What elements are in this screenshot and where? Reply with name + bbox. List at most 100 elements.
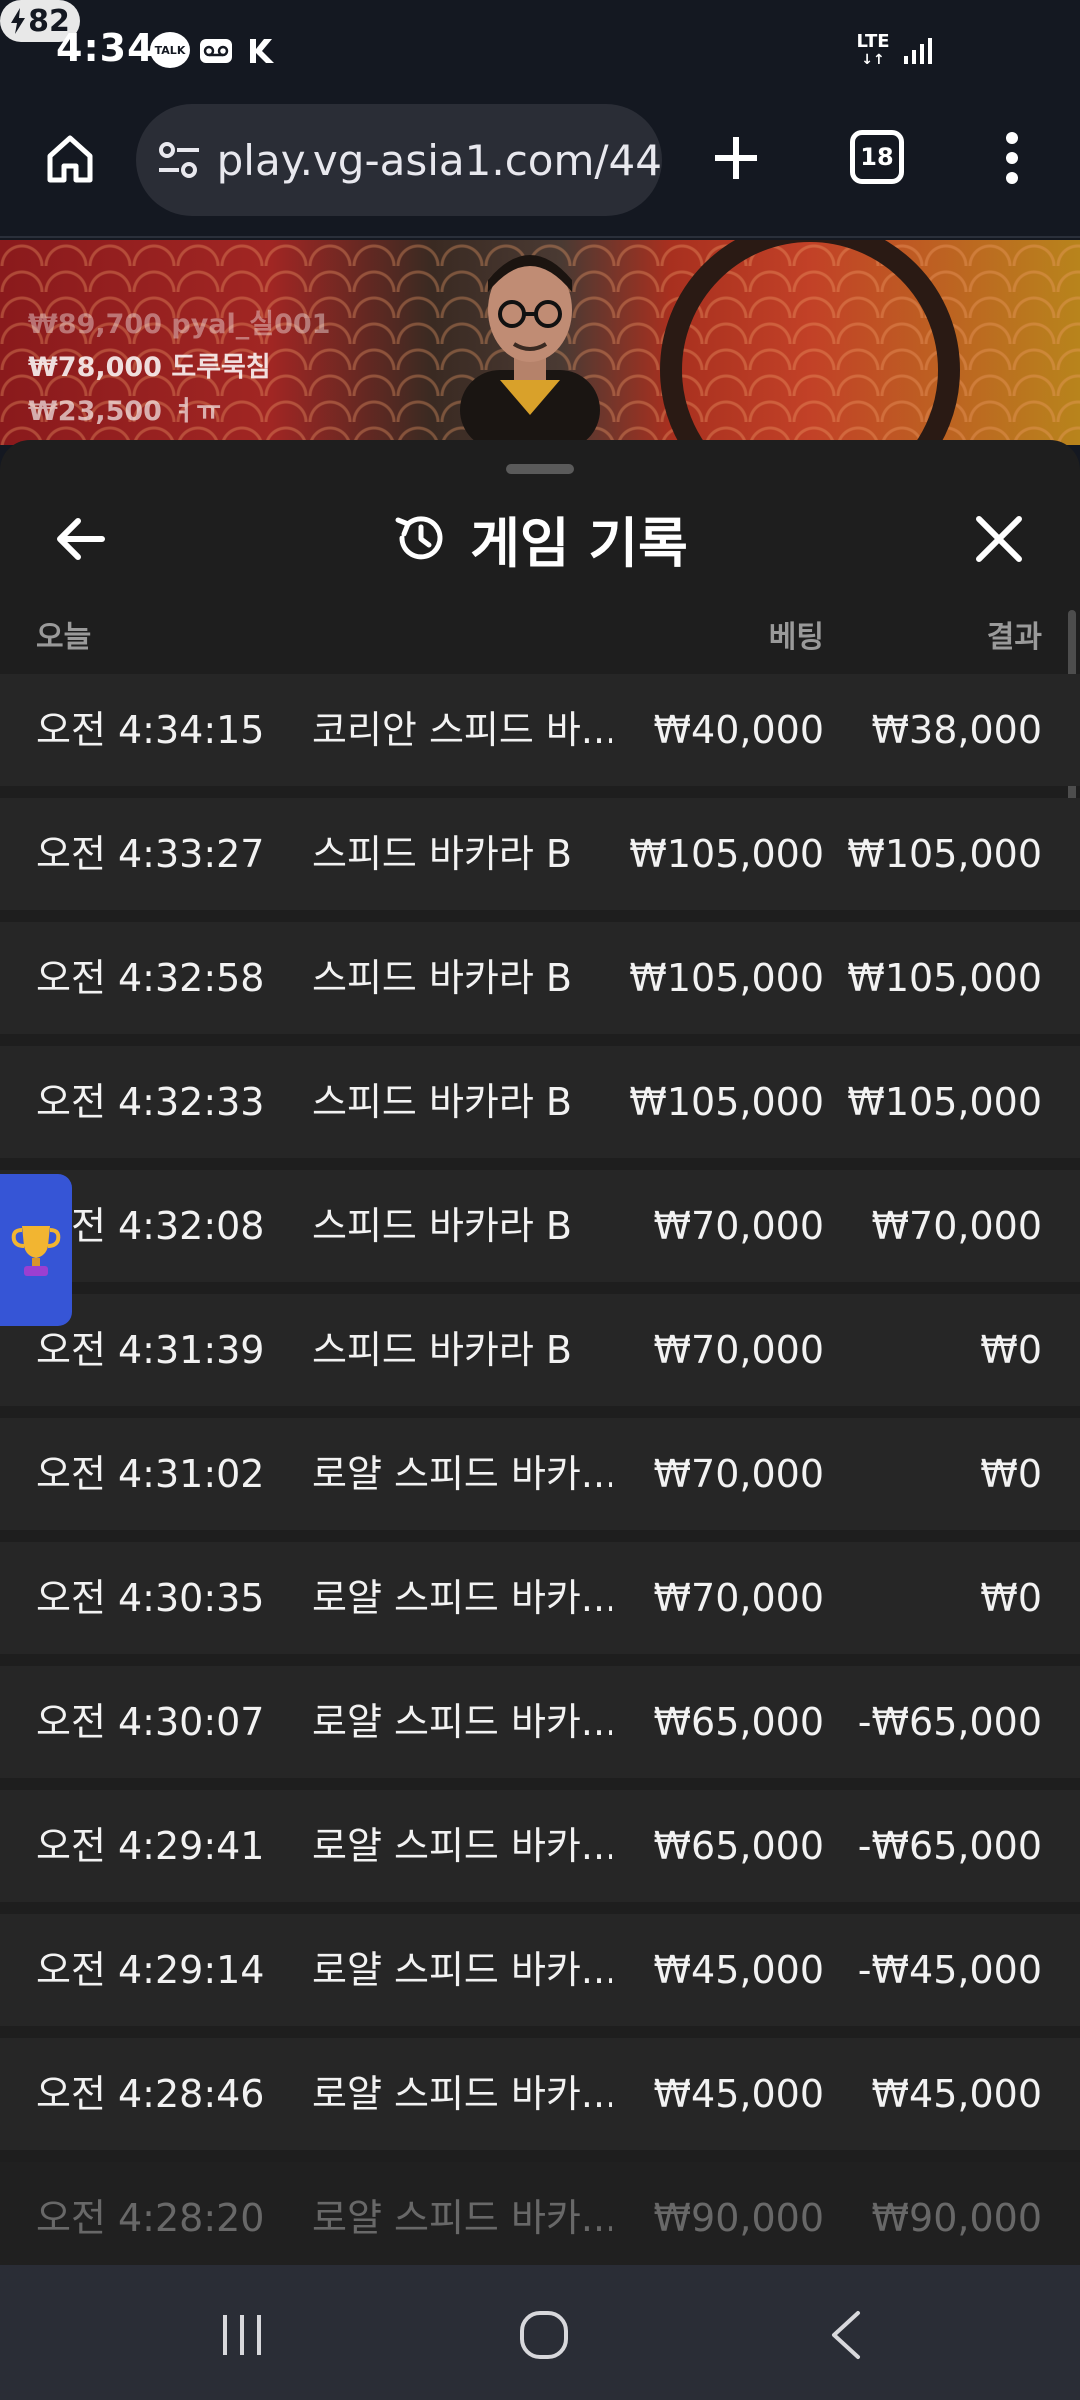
row-result: ₩45,000 [871, 2072, 1042, 2116]
row-game: 로얄 스피드 바카... [312, 1700, 612, 1744]
row-time: 오전 4:29:14 [36, 1948, 265, 1992]
row-result: ₩105,000 [847, 832, 1042, 876]
kakaotalk-icon: TALK [150, 32, 190, 68]
recents-button[interactable] [202, 2295, 282, 2375]
status-bar: 4:34 TALK LTE ↓↑ 82 [0, 0, 1080, 100]
close-icon [976, 516, 1022, 562]
row-bet: ₩45,000 [653, 1948, 824, 1992]
address-bar[interactable]: play.vg-asia1.com/44 [136, 104, 662, 216]
history-row[interactable]: 오전 4:32:58 스피드 바카라 B ₩105,000 ₩105,000 [0, 922, 1080, 1034]
column-header-date: 오늘 [36, 620, 92, 655]
row-result: ₩38,000 [871, 708, 1042, 752]
chevron-left-icon [832, 2311, 860, 2359]
network-type: LTE [856, 31, 890, 52]
row-time: 오전 4:28:46 [36, 2072, 265, 2116]
row-bet: ₩65,000 [653, 1824, 824, 1868]
ticker-item: ₩89,700 pyal_실001 [28, 309, 331, 340]
history-row[interactable]: 오전 4:28:46 로얄 스피드 바카... ₩45,000 ₩45,000 [0, 2038, 1080, 2150]
row-result: -₩65,000 [857, 1824, 1042, 1868]
more-vert-icon [1006, 132, 1018, 184]
ticker-item: ₩23,500 ㅕㅠ [28, 396, 222, 427]
row-result: ₩105,000 [847, 1080, 1042, 1124]
decor-window [660, 240, 960, 445]
row-bet: ₩105,000 [629, 832, 824, 876]
game-history-sheet: 게임 기록 오늘 베팅 결과 오전 4:34:15 코리안 스피드 바... ₩40… [0, 440, 1080, 2265]
history-row[interactable]: 오전 4:34:15 코리안 스피드 바... ₩40,000 ₩38,000 [0, 674, 1080, 786]
row-game: 코리안 스피드 바... [312, 708, 612, 752]
row-game: 로얄 스피드 바카... [312, 1452, 612, 1496]
browser-home-button[interactable] [38, 126, 102, 190]
drag-handle[interactable] [506, 464, 574, 474]
history-icon [395, 516, 443, 560]
row-time: 오전 4:32:33 [36, 1080, 265, 1124]
history-row[interactable]: 오전 4:29:41 로얄 스피드 바카... ₩65,000 -₩65,000 [0, 1790, 1080, 1902]
row-bet: ₩70,000 [653, 1328, 824, 1372]
signal-icon [900, 32, 936, 70]
ticker-item: ₩78,000 도루묵침 [28, 352, 271, 383]
site-settings-icon[interactable] [156, 135, 203, 185]
row-game: 스피드 바카라 B [312, 1080, 572, 1124]
home-icon [47, 135, 93, 183]
row-bet: ₩105,000 [629, 956, 824, 1000]
row-bet: ₩40,000 [653, 708, 824, 752]
row-result: -₩65,000 [857, 1700, 1042, 1744]
row-game: 로얄 스피드 바카... [312, 2072, 612, 2116]
row-time: 오전 4:34:15 [36, 708, 265, 752]
dealer-image [460, 255, 600, 445]
tab-switcher-button[interactable]: 18 [850, 130, 904, 184]
history-row[interactable]: 오전 4:29:14 로얄 스피드 바카... ₩45,000 -₩45,000 [0, 1914, 1080, 2026]
row-time: 오전 4:33:27 [36, 832, 265, 876]
row-time: 오전 4:29:41 [36, 1824, 265, 1868]
lte-icon: LTE ↓↑ [856, 31, 890, 69]
row-game: 로얄 스피드 바카... [312, 2196, 612, 2240]
history-row[interactable]: 오전 4:33:27 스피드 바카라 B ₩105,000 ₩105,000 [0, 798, 1080, 910]
row-bet: ₩65,000 [653, 1700, 824, 1744]
url-text: play.vg-asia1.com/44 [216, 135, 662, 185]
browser-menu-button[interactable] [990, 126, 1034, 190]
system-back-button[interactable] [806, 2295, 886, 2375]
row-game: 로얄 스피드 바카... [312, 1576, 612, 1620]
row-game: 스피드 바카라 B [312, 1204, 572, 1248]
row-game: 스피드 바카라 B [312, 956, 572, 1000]
row-result: ₩90,000 [871, 2196, 1042, 2240]
history-row[interactable]: 오전 4:30:35 로얄 스피드 바카... ₩70,000 ₩0 [0, 1542, 1080, 1654]
home-circle-icon [520, 2311, 568, 2359]
row-bet: ₩70,000 [653, 1576, 824, 1620]
history-row[interactable]: 오전 4:31:02 로얄 스피드 바카... ₩70,000 ₩0 [0, 1418, 1080, 1530]
row-time: 오전 4:28:20 [36, 2196, 265, 2240]
system-navigation-bar [0, 2265, 1080, 2400]
sheet-title: 게임 기록 [470, 511, 688, 575]
history-row[interactable]: 오전 4:32:08 스피드 바카라 B ₩70,000 ₩70,000 [0, 1170, 1080, 1282]
row-result: ₩105,000 [847, 956, 1042, 1000]
history-row[interactable]: 오전 4:31:39 스피드 바카라 B ₩70,000 ₩0 [0, 1294, 1080, 1406]
column-header-result: 결과 [986, 620, 1042, 655]
trophy-button[interactable] [0, 1174, 72, 1326]
row-game: 스피드 바카라 B [312, 832, 572, 876]
trophy-icon [11, 1226, 61, 1276]
home-button[interactable] [504, 2295, 584, 2375]
row-result: ₩70,000 [871, 1204, 1042, 1248]
sheet-header: 게임 기록 [0, 498, 1080, 578]
row-bet: ₩105,000 [629, 1080, 824, 1124]
history-row[interactable]: 오전 4:28:20 로얄 스피드 바카... ₩90,000 ₩90,000 [0, 2162, 1080, 2265]
row-bet: ₩70,000 [653, 1452, 824, 1496]
plus-icon [715, 137, 757, 179]
row-time: 오전 4:31:02 [36, 1452, 265, 1496]
k-app-icon [244, 32, 280, 70]
row-bet: ₩70,000 [653, 1204, 824, 1248]
history-row[interactable]: 오전 4:30:07 로얄 스피드 바카... ₩65,000 -₩65,000 [0, 1666, 1080, 1778]
status-time: 4:34 [56, 26, 155, 70]
history-row[interactable]: 오전 4:32:33 스피드 바카라 B ₩105,000 ₩105,000 [0, 1046, 1080, 1158]
row-result: -₩45,000 [857, 1948, 1042, 1992]
row-game: 로얄 스피드 바카... [312, 1824, 612, 1868]
recents-icon [223, 2315, 261, 2355]
row-time: 오전 4:32:58 [36, 956, 265, 1000]
voicemail-icon [198, 32, 234, 70]
column-header-bet: 베팅 [768, 620, 824, 655]
new-tab-button[interactable] [704, 126, 768, 190]
history-list: 오전 4:34:15 코리안 스피드 바... ₩40,000 ₩38,000 오전 … [0, 674, 1080, 2265]
browser-toolbar: play.vg-asia1.com/44 18 [0, 100, 1080, 238]
close-button[interactable] [966, 506, 1032, 572]
row-bet: ₩90,000 [653, 2196, 824, 2240]
row-result: ₩0 [980, 1328, 1042, 1372]
